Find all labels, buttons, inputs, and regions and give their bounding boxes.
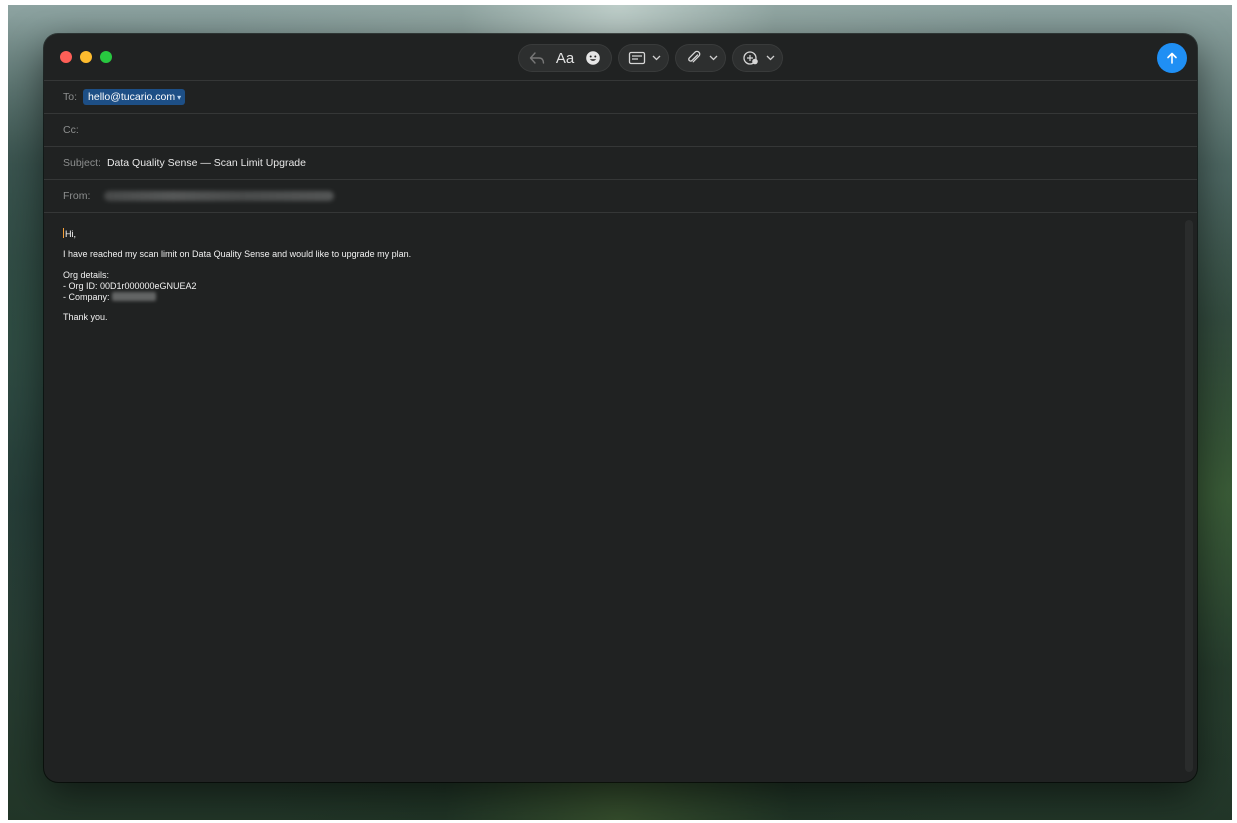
format-group: Aa — [518, 44, 612, 72]
org-id-line: - Org ID: 00D1r000000eGNUEA2 — [63, 280, 197, 291]
zoom-window-button[interactable] — [100, 51, 112, 63]
from-field-row[interactable]: From: — [44, 179, 1197, 212]
header-fields-group[interactable] — [618, 44, 669, 72]
closing-line: Thank you. — [63, 312, 108, 323]
to-field-row[interactable]: To: hello@tucario.com ▾ — [44, 80, 1197, 113]
greeting-line: Hi, — [63, 228, 76, 239]
minimize-window-button[interactable] — [80, 51, 92, 63]
chevron-down-icon — [652, 55, 661, 61]
send-button[interactable] — [1157, 43, 1187, 73]
from-account-redacted[interactable] — [104, 191, 335, 201]
recipient-address: hello@tucario.com — [88, 91, 176, 103]
subject-label: Subject: — [63, 157, 101, 169]
emoji-icon[interactable] — [582, 46, 604, 70]
title-bar: Aa — [44, 34, 1197, 80]
header-divider — [44, 212, 1197, 213]
compose-toolbar: Aa — [518, 43, 783, 73]
format-font-button[interactable]: Aa — [552, 46, 578, 70]
subject-field-row[interactable]: Subject: Data Quality Sense — Scan Limit… — [44, 146, 1197, 179]
from-label: From: — [63, 190, 91, 202]
cc-field-row[interactable]: Cc: — [44, 113, 1197, 146]
subject-input[interactable]: Data Quality Sense — Scan Limit Upgrade — [107, 157, 306, 169]
send-arrow-icon — [1167, 52, 1177, 64]
attach-group[interactable] — [675, 44, 726, 72]
company-label: - Company: — [63, 292, 110, 302]
header-fields-icon — [626, 46, 648, 70]
message-body[interactable]: Hi, I have reached my scan limit on Data… — [44, 214, 1197, 782]
photo-browser-icon — [740, 46, 762, 70]
body-scrollbar[interactable] — [1185, 220, 1193, 772]
company-redacted — [111, 292, 156, 301]
org-details-block: Org details: - Org ID: 00D1r000000eGNUEA… — [63, 270, 1178, 304]
recipient-token[interactable]: hello@tucario.com ▾ — [83, 89, 186, 105]
text-cursor — [63, 228, 64, 238]
org-heading: Org details: — [63, 269, 110, 280]
body-paragraph: I have reached my scan limit on Data Qua… — [63, 249, 412, 260]
to-label: To: — [63, 91, 78, 103]
compose-window: Aa To: hello@tucario.com ▾ Cc: Subject: … — [44, 34, 1197, 782]
reply-arrow-icon[interactable] — [526, 46, 548, 70]
close-window-button[interactable] — [60, 51, 72, 63]
chevron-down-icon — [766, 55, 775, 61]
chevron-down-icon — [709, 55, 718, 61]
chevron-down-icon[interactable]: ▾ — [177, 93, 181, 102]
paperclip-icon — [683, 46, 705, 70]
cc-label: Cc: — [63, 124, 79, 136]
markup-group[interactable] — [732, 44, 783, 72]
